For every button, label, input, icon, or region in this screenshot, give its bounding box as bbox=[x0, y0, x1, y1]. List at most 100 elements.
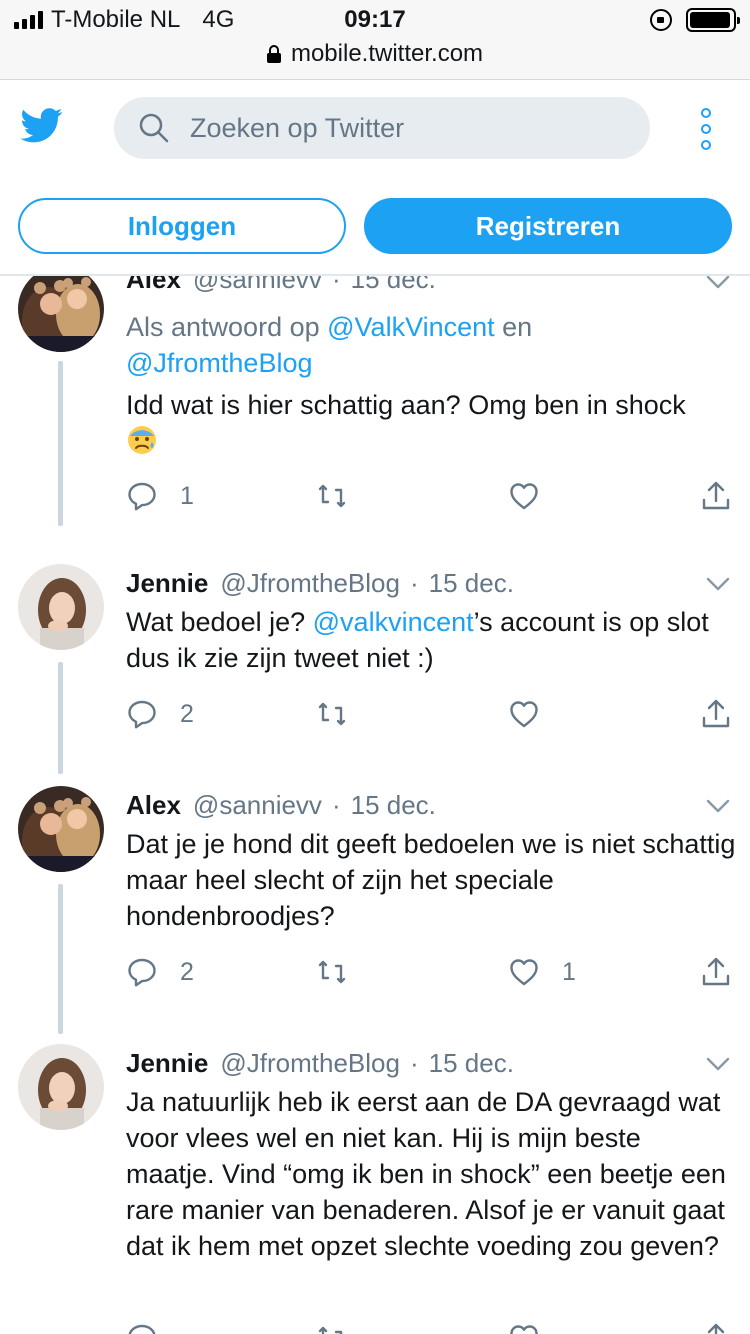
like-button[interactable]: 1 bbox=[508, 954, 576, 990]
share-button[interactable] bbox=[700, 1320, 732, 1334]
thread-line bbox=[58, 662, 63, 774]
chevron-down-icon[interactable] bbox=[706, 798, 730, 814]
search-bar[interactable] bbox=[114, 97, 650, 159]
avatar[interactable] bbox=[18, 276, 104, 352]
reply-icon bbox=[126, 956, 158, 988]
tweet-text-before: Wat bedoel je? bbox=[126, 607, 306, 637]
reply-count: 2 bbox=[180, 699, 194, 728]
reply-button[interactable]: 2 bbox=[126, 954, 194, 990]
tweet-text: Dat je je hond dit geeft bedoelen we is … bbox=[126, 829, 736, 931]
share-button[interactable] bbox=[700, 478, 732, 514]
mention-link[interactable]: @valkvincent bbox=[313, 607, 474, 637]
tweet-separator: · bbox=[409, 568, 419, 598]
like-count: 1 bbox=[562, 957, 576, 986]
tweet-author-handle[interactable]: @JfromtheBlog bbox=[220, 1048, 400, 1079]
reply-icon bbox=[126, 1322, 158, 1334]
more-vertical-icon[interactable] bbox=[696, 108, 716, 150]
reply-button[interactable]: 2 bbox=[126, 696, 194, 732]
retweet-icon bbox=[316, 956, 348, 988]
retweet-button[interactable] bbox=[316, 954, 348, 990]
tweet-header: Jennie @JfromtheBlog · 15 dec. bbox=[126, 1048, 514, 1079]
twitter-bird-icon[interactable] bbox=[18, 104, 66, 146]
tweet-reply-to: Als antwoord op @ValkVincent en @Jfromth… bbox=[126, 309, 736, 381]
reply-to-prefix: Als antwoord op bbox=[126, 312, 320, 342]
tweet-author-name[interactable]: Jennie bbox=[126, 568, 208, 599]
retweet-button[interactable] bbox=[316, 1320, 348, 1334]
tweet-text: Idd wat is hier schattig aan? Omg ben in… bbox=[126, 387, 736, 459]
padlock-icon bbox=[266, 45, 281, 63]
tweet-separator: · bbox=[331, 790, 341, 820]
tweet-author-name[interactable]: Alex bbox=[126, 276, 181, 295]
like-button[interactable] bbox=[508, 478, 540, 514]
retweet-icon bbox=[316, 698, 348, 730]
tweet[interactable]: Alex @sannievv · 15 dec. Dat je je hond … bbox=[0, 776, 750, 1036]
tweet-author-handle[interactable]: @JfromtheBlog bbox=[220, 568, 400, 599]
login-button[interactable]: Inloggen bbox=[18, 198, 346, 254]
anxious-face-emoji bbox=[126, 424, 158, 456]
tweet-header: Alex @sannievv · 15 dec. bbox=[126, 790, 436, 821]
tweet-author-handle[interactable]: @sannievv bbox=[193, 790, 322, 821]
url-text: mobile.twitter.com bbox=[290, 40, 484, 67]
retweet-button[interactable] bbox=[316, 478, 348, 514]
tweet-actions bbox=[126, 1320, 736, 1334]
share-icon bbox=[700, 956, 732, 988]
reply-count: 2 bbox=[180, 957, 194, 986]
tweet-date[interactable]: 15 dec. bbox=[351, 276, 436, 295]
battery-icon bbox=[686, 8, 740, 32]
search-icon bbox=[139, 113, 169, 143]
like-button[interactable] bbox=[508, 696, 540, 732]
like-button[interactable] bbox=[508, 1320, 540, 1334]
tweet-author-handle[interactable]: @sannievv bbox=[193, 276, 322, 295]
tweet-date[interactable]: 15 dec. bbox=[429, 568, 514, 599]
app-header: Inloggen Registreren bbox=[0, 80, 750, 276]
tweet-text-content: Idd wat is hier schattig aan? Omg ben in… bbox=[126, 390, 686, 420]
tweet[interactable]: Jennie @JfromtheBlog · 15 dec. Ja natuur… bbox=[0, 1034, 750, 1334]
tweet-header: Jennie @JfromtheBlog · 15 dec. bbox=[126, 568, 514, 599]
mention-link[interactable]: @ValkVincent bbox=[327, 312, 495, 342]
thread-line bbox=[58, 361, 63, 526]
tweet-date[interactable]: 15 dec. bbox=[429, 1048, 514, 1079]
chevron-down-icon[interactable] bbox=[706, 576, 730, 592]
share-icon bbox=[700, 1322, 732, 1334]
share-icon bbox=[700, 480, 732, 512]
share-button[interactable] bbox=[700, 696, 732, 732]
reply-to-and: en bbox=[502, 312, 533, 342]
tweet-author-name[interactable]: Jennie bbox=[126, 1048, 208, 1079]
reply-icon bbox=[126, 480, 158, 512]
avatar[interactable] bbox=[18, 786, 104, 872]
tweet-date[interactable]: 15 dec. bbox=[351, 790, 436, 821]
mention-link[interactable]: @JfromtheBlog bbox=[126, 348, 312, 378]
tweet-text: Ja natuurlijk heb ik eerst aan de DA gev… bbox=[126, 1087, 726, 1261]
clock: 09:17 bbox=[344, 6, 406, 33]
heart-icon bbox=[508, 956, 540, 988]
conversation-timeline: Alex @sannievv · 15 dec. Als antwoord op… bbox=[0, 276, 750, 1334]
tweet[interactable]: Jennie @JfromtheBlog · 15 dec. Wat bedoe… bbox=[0, 554, 750, 776]
heart-icon bbox=[508, 1322, 540, 1334]
avatar[interactable] bbox=[18, 564, 104, 650]
share-button[interactable] bbox=[700, 954, 732, 990]
avatar[interactable] bbox=[18, 1044, 104, 1130]
tweet-actions: 2 1 bbox=[126, 954, 736, 990]
share-icon bbox=[700, 698, 732, 730]
tweet-actions: 2 bbox=[126, 696, 736, 732]
tweet-header: Alex @sannievv · 15 dec. bbox=[126, 276, 436, 295]
reply-count: 1 bbox=[180, 481, 194, 510]
status-bar: T-Mobile NL 4G 09:17 mobile.twitter.com bbox=[0, 0, 750, 80]
chevron-down-icon[interactable] bbox=[706, 276, 730, 290]
reply-button[interactable]: 1 bbox=[126, 478, 194, 514]
reply-button[interactable] bbox=[126, 1320, 158, 1334]
tweet-text: Wat bedoel je? @valkvincent’s account is… bbox=[126, 604, 736, 676]
tweet-separator: · bbox=[409, 1048, 419, 1078]
retweet-button[interactable] bbox=[316, 696, 348, 732]
reply-icon bbox=[126, 698, 158, 730]
chevron-down-icon[interactable] bbox=[706, 1056, 730, 1072]
register-button[interactable]: Registreren bbox=[364, 198, 732, 254]
search-input[interactable] bbox=[190, 112, 610, 144]
tweet-author-name[interactable]: Alex bbox=[126, 790, 181, 821]
thread-line bbox=[58, 884, 63, 1034]
retweet-icon bbox=[316, 480, 348, 512]
battery-level bbox=[690, 12, 730, 28]
tweet[interactable]: Alex @sannievv · 15 dec. Als antwoord op… bbox=[0, 276, 750, 546]
retweet-icon bbox=[316, 1322, 348, 1334]
url-bar[interactable]: mobile.twitter.com bbox=[0, 40, 750, 68]
